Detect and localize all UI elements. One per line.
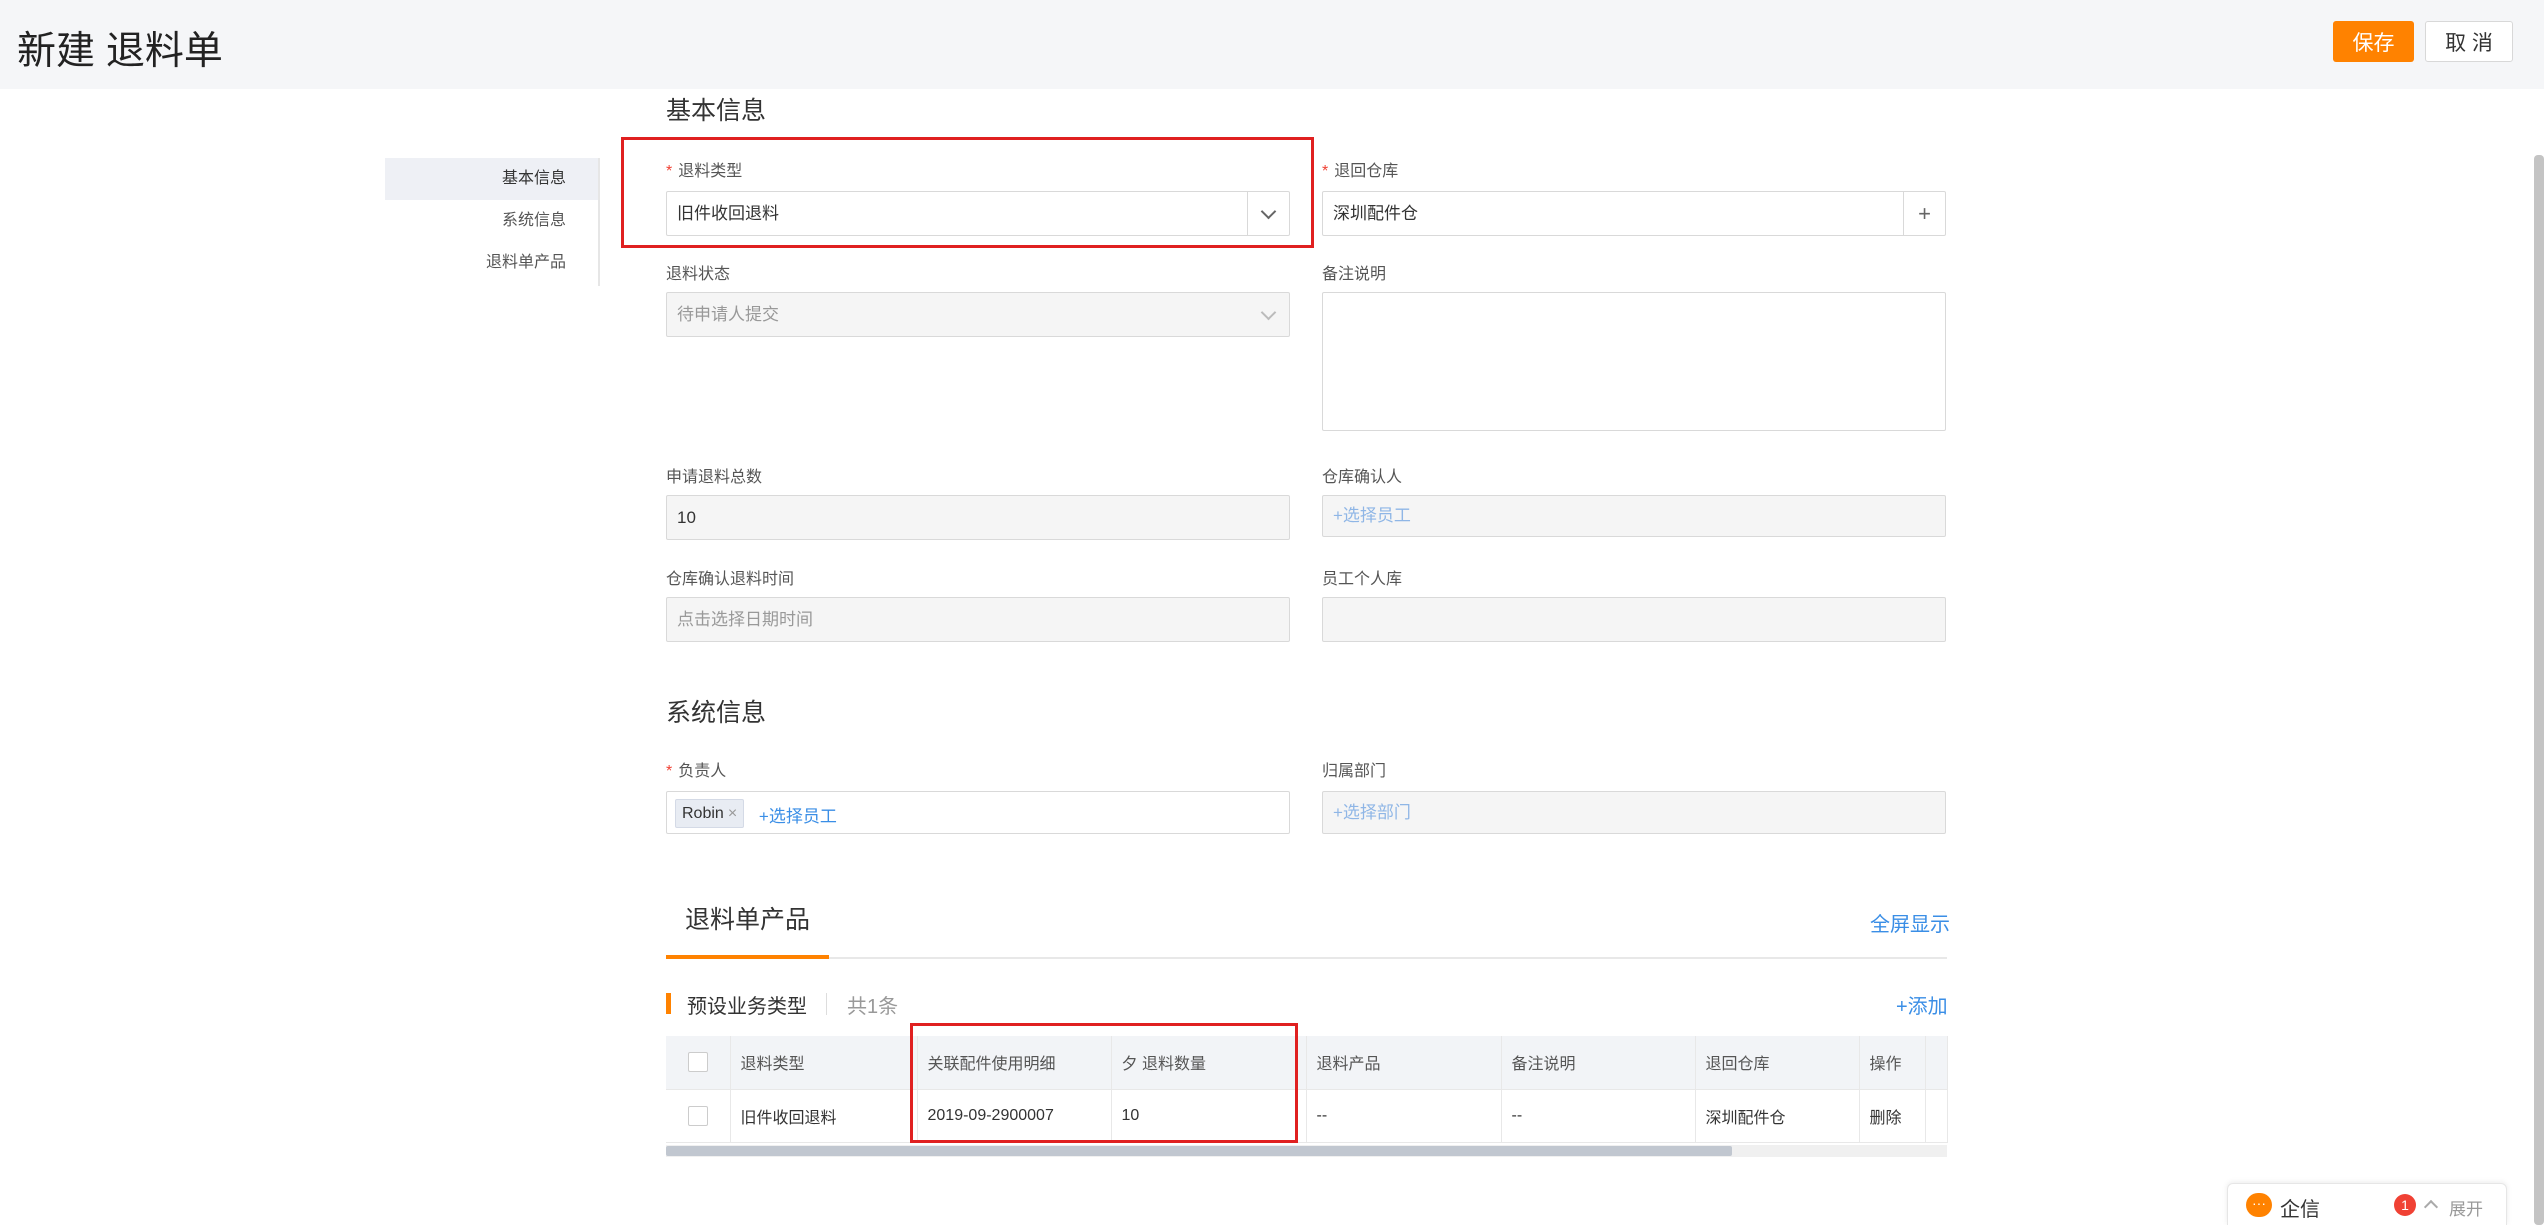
column-header[interactable]: 退料类型 — [730, 1036, 918, 1090]
plus-icon[interactable]: + — [1903, 192, 1945, 235]
owner-field[interactable]: Robin × +选择员工 — [666, 791, 1290, 834]
side-nav-item-products[interactable]: 退料单产品 — [385, 242, 599, 284]
table-hscroll-thumb[interactable] — [666, 1146, 1732, 1156]
tab-products[interactable]: 退料单产品 — [666, 900, 829, 936]
row-checkbox[interactable] — [688, 1105, 708, 1126]
return-warehouse-field[interactable]: 深圳配件仓 + — [1322, 191, 1946, 236]
unread-badge: 1 — [2394, 1194, 2416, 1216]
chat-widget[interactable]: ··· 企信 1 展开 — [2227, 1183, 2507, 1225]
personal-store-field — [1322, 597, 1946, 642]
return-warehouse-label: * 退回仓库 — [1322, 157, 1398, 181]
personal-store-label: 员工个人库 — [1322, 571, 1403, 588]
column-header[interactable]: 退料产品 — [1306, 1036, 1502, 1090]
close-icon[interactable]: × — [728, 805, 737, 822]
products-table: 退料类型 关联配件使用明细 夕 退料数量 退料产品 备注说明 退回仓库 操作 旧… — [666, 1036, 1948, 1143]
owner-tag: Robin × — [675, 799, 745, 828]
chat-expand-button[interactable]: 展开 — [2449, 1195, 2483, 1220]
side-nav-divider — [598, 158, 600, 286]
return-status-label: 退料状态 — [666, 266, 731, 283]
owner-tag-text: Robin — [682, 805, 724, 822]
remarks-textarea[interactable] — [1322, 292, 1946, 431]
side-nav: 基本信息 系统信息 退料单产品 — [385, 158, 599, 284]
add-product-link[interactable]: +添加 — [1896, 990, 1948, 1019]
confirm-time-field: 点击选择日期时间 — [666, 597, 1290, 642]
subhead-divider — [826, 993, 827, 1015]
subhead-accent-bar — [666, 993, 671, 1014]
select-all-cell — [666, 1036, 731, 1090]
system-info-title: 系统信息 — [666, 699, 767, 727]
remarks-label: 备注说明 — [1322, 266, 1387, 283]
required-marker: * — [1322, 163, 1329, 180]
table-row: 旧件收回退料 2019-09-2900007 10 -- -- 深圳配件仓 删除 — [666, 1089, 1948, 1143]
owner-label-text: 负责人 — [678, 763, 727, 780]
chevron-down-icon — [1247, 293, 1289, 336]
table-header-row: 退料类型 关联配件使用明细 夕 退料数量 退料产品 备注说明 退回仓库 操作 — [666, 1036, 1948, 1090]
chat-label: 企信 — [2280, 1199, 2320, 1221]
row-select-cell — [666, 1089, 731, 1143]
return-status-select: 待申请人提交 — [666, 292, 1290, 337]
column-header: 操作 — [1859, 1036, 1926, 1090]
column-header[interactable]: 退回仓库 — [1695, 1036, 1860, 1090]
return-warehouse-label-text: 退回仓库 — [1334, 163, 1399, 180]
record-count: 共1条 — [847, 996, 899, 1018]
save-button[interactable]: 保存 — [2333, 21, 2414, 62]
cell-remarks: -- — [1501, 1089, 1696, 1143]
business-type-heading: 预设业务类型 — [687, 996, 807, 1018]
owner-label: * 负责人 — [666, 757, 726, 781]
delete-link[interactable]: 删除 — [1859, 1089, 1926, 1143]
page-title: 新建 退料单 — [17, 30, 223, 73]
select-employee-placeholder: +选择员工 — [1333, 506, 1411, 525]
top-bar: 新建 退料单 保存 取 消 — [0, 0, 2544, 89]
total-qty-field: 10 — [666, 495, 1290, 540]
cell-return-type: 旧件收回退料 — [730, 1089, 918, 1143]
select-employee-link[interactable]: +选择员工 — [759, 802, 837, 827]
side-nav-item-basic-info[interactable]: 基本信息 — [385, 158, 599, 200]
chevron-up-icon — [2423, 1199, 2439, 1215]
return-warehouse-value: 深圳配件仓 — [1333, 204, 1418, 223]
highlight-box — [910, 1023, 1298, 1143]
cell-spacer — [1925, 1089, 1948, 1143]
column-header-spacer — [1925, 1036, 1948, 1090]
column-header[interactable]: 备注说明 — [1501, 1036, 1696, 1090]
return-status-value: 待申请人提交 — [677, 305, 779, 324]
cancel-button[interactable]: 取 消 — [2425, 21, 2513, 62]
warehouse-confirmer-field[interactable]: +选择员工 — [1322, 495, 1946, 537]
page-scrollbar[interactable] — [2534, 155, 2544, 1225]
department-field[interactable]: +选择部门 — [1322, 791, 1946, 834]
select-all-checkbox[interactable] — [688, 1052, 708, 1073]
tab-bar-border — [666, 957, 1947, 959]
select-department-placeholder: +选择部门 — [1333, 803, 1411, 822]
warehouse-confirmer-label: 仓库确认人 — [1322, 469, 1403, 486]
required-marker: * — [666, 763, 673, 780]
confirm-time-placeholder: 点击选择日期时间 — [677, 610, 813, 629]
basic-info-title: 基本信息 — [666, 97, 767, 125]
cell-product: -- — [1306, 1089, 1502, 1143]
cell-warehouse: 深圳配件仓 — [1695, 1089, 1860, 1143]
chat-bubble-icon: ··· — [2246, 1193, 2272, 1217]
confirm-time-label: 仓库确认退料时间 — [666, 571, 795, 588]
total-qty-value: 10 — [677, 508, 696, 527]
tab-active-indicator — [666, 955, 829, 959]
total-qty-label: 申请退料总数 — [666, 469, 763, 486]
department-label: 归属部门 — [1322, 763, 1387, 780]
side-nav-item-system-info[interactable]: 系统信息 — [385, 200, 599, 242]
fullscreen-link[interactable]: 全屏显示 — [1870, 908, 1950, 937]
highlight-box — [621, 137, 1314, 248]
